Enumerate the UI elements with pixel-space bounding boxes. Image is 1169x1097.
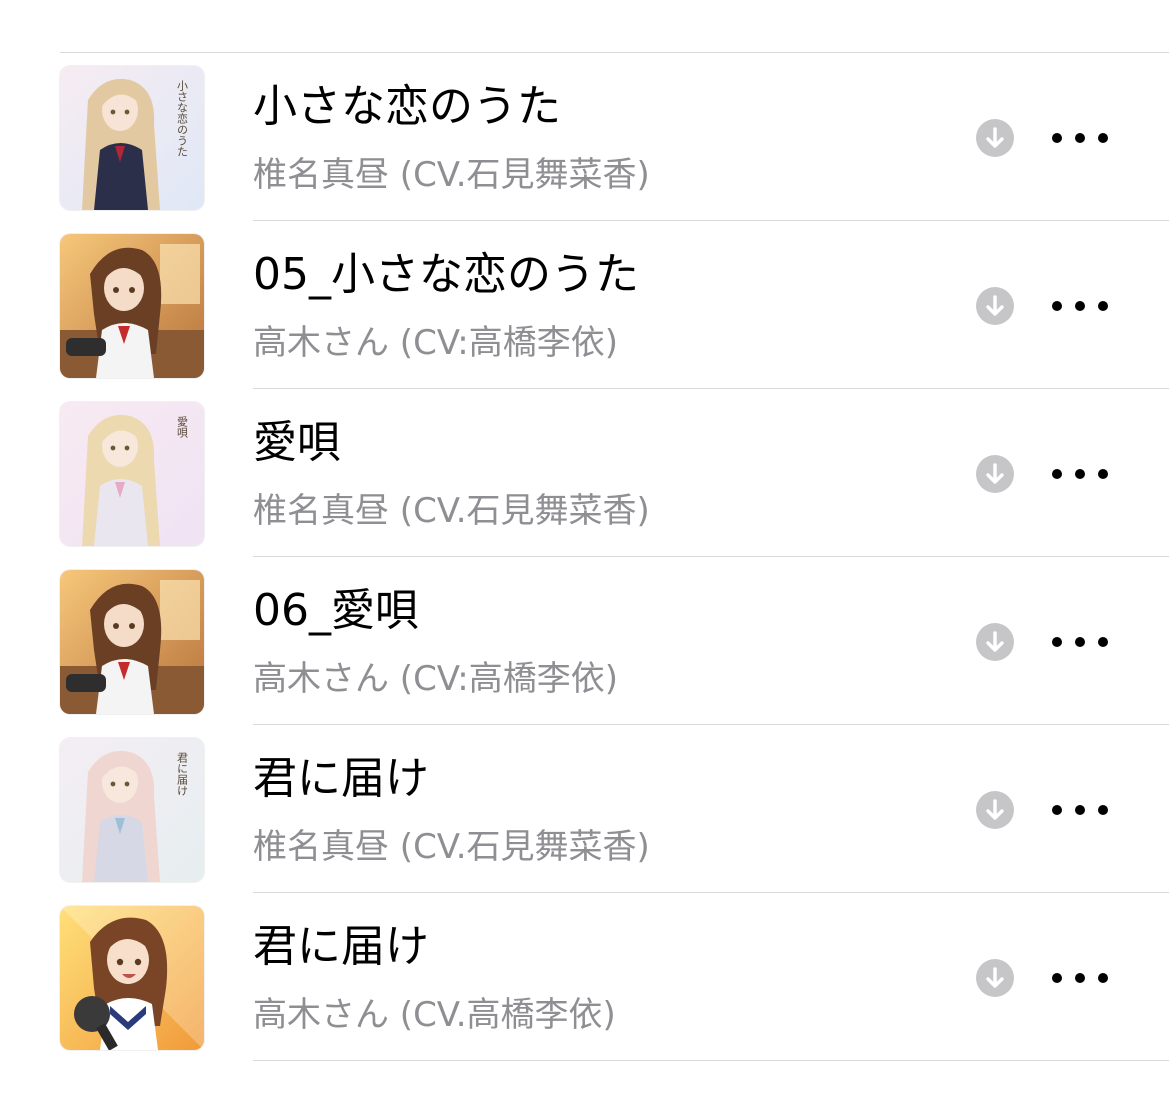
download-arrow-circle-icon: [986, 463, 1004, 484]
ellipsis-dot: [1075, 301, 1085, 311]
album-artwork-image: 小さな恋のうた: [60, 66, 204, 210]
ellipsis-dot: [1098, 973, 1108, 983]
ellipsis-dot: [1098, 469, 1108, 479]
song-row-4[interactable]: 06_愛唄 高木さん (CV:高橋李依): [0, 557, 1169, 725]
ellipsis-dot: [1075, 805, 1085, 815]
album-artwork: [60, 234, 204, 378]
song-artist: 高木さん (CV:高橋李依): [253, 659, 619, 699]
ellipsis-dot: [1075, 469, 1085, 479]
ellipsis-dot: [1075, 133, 1085, 143]
album-artwork: 小さな恋のうた: [60, 66, 204, 210]
svg-text:小さな恋のうた: 小さな恋のうた: [176, 80, 189, 157]
album-artwork-image: 君に届け: [60, 738, 204, 882]
more-options-button[interactable]: [1052, 627, 1108, 657]
album-artwork-image: [60, 570, 204, 714]
song-artist: 椎名真昼 (CV.石見舞菜香): [253, 491, 650, 531]
album-artwork-image: [60, 906, 204, 1050]
album-artwork-image: [60, 234, 204, 378]
ellipsis-dot: [1075, 973, 1085, 983]
download-arrow-circle-icon: [986, 127, 1004, 148]
song-title: 君に届け: [253, 753, 429, 804]
song-row-6[interactable]: 君に届け 高木さん (CV.高橋李依): [0, 893, 1169, 1061]
song-title: 愛唄: [253, 417, 341, 468]
song-row-1[interactable]: 小さな恋のうた 小さな恋のうた 椎名真昼 (CV.石見舞菜香): [0, 53, 1169, 221]
download-button[interactable]: [976, 119, 1014, 157]
ellipsis-dot: [1052, 973, 1062, 983]
album-artwork: 愛唄: [60, 402, 204, 546]
svg-text:君に届け: 君に届け: [176, 752, 189, 796]
download-arrow-circle-icon: [986, 967, 1004, 988]
more-options-button[interactable]: [1052, 123, 1108, 153]
download-button[interactable]: [976, 791, 1014, 829]
ellipsis-dot: [1098, 133, 1108, 143]
song-list: 小さな恋のうた 小さな恋のうた 椎名真昼 (CV.石見舞菜香) 05_小さな恋の…: [0, 53, 1169, 1061]
ellipsis-dot: [1098, 805, 1108, 815]
svg-text:愛唄: 愛唄: [176, 416, 189, 439]
song-artist: 高木さん (CV.高橋李依): [253, 995, 616, 1035]
ellipsis-dot: [1098, 637, 1108, 647]
ellipsis-dot: [1052, 637, 1062, 647]
download-arrow-circle-icon: [986, 295, 1004, 316]
song-title: 君に届け: [253, 921, 429, 972]
more-options-button[interactable]: [1052, 795, 1108, 825]
song-row-3[interactable]: 愛唄 愛唄 椎名真昼 (CV.石見舞菜香): [0, 389, 1169, 557]
download-arrow-circle-icon: [986, 631, 1004, 652]
album-artwork: 君に届け: [60, 738, 204, 882]
album-artwork: [60, 906, 204, 1050]
download-arrow-circle-icon: [986, 799, 1004, 820]
song-row-2[interactable]: 05_小さな恋のうた 高木さん (CV:高橋李依): [0, 221, 1169, 389]
more-options-button[interactable]: [1052, 291, 1108, 321]
download-button[interactable]: [976, 959, 1014, 997]
row-divider: [253, 1060, 1169, 1061]
ellipsis-dot: [1098, 301, 1108, 311]
ellipsis-dot: [1052, 469, 1062, 479]
song-artist: 椎名真昼 (CV.石見舞菜香): [253, 155, 650, 195]
more-options-button[interactable]: [1052, 963, 1108, 993]
album-artwork: [60, 570, 204, 714]
ellipsis-dot: [1075, 637, 1085, 647]
song-artist: 高木さん (CV:高橋李依): [253, 323, 619, 363]
song-title: 06_愛唄: [253, 585, 419, 636]
ellipsis-dot: [1052, 301, 1062, 311]
ellipsis-dot: [1052, 133, 1062, 143]
download-button[interactable]: [976, 455, 1014, 493]
download-button[interactable]: [976, 287, 1014, 325]
more-options-button[interactable]: [1052, 459, 1108, 489]
song-artist: 椎名真昼 (CV.石見舞菜香): [253, 827, 650, 867]
download-button[interactable]: [976, 623, 1014, 661]
album-artwork-image: 愛唄: [60, 402, 204, 546]
song-row-5[interactable]: 君に届け 君に届け 椎名真昼 (CV.石見舞菜香): [0, 725, 1169, 893]
song-title: 05_小さな恋のうた: [253, 249, 639, 300]
ellipsis-dot: [1052, 805, 1062, 815]
song-title: 小さな恋のうた: [253, 81, 561, 132]
